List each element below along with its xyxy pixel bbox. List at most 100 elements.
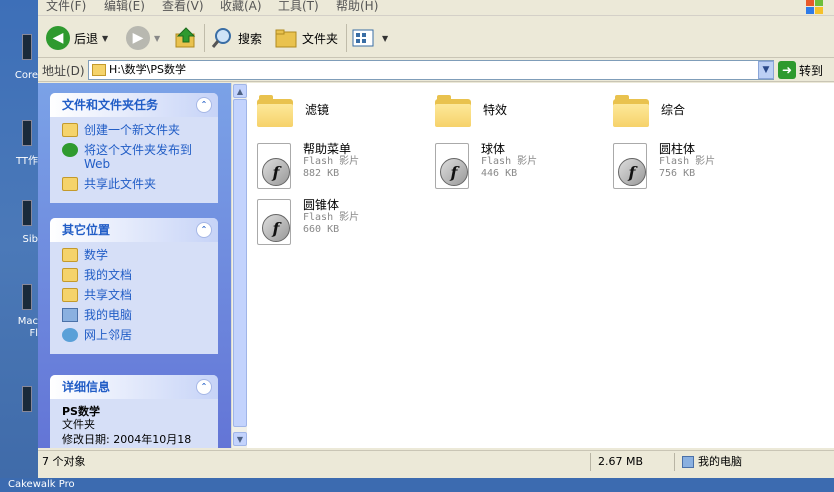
address-value: H:\数学\PS数学 — [109, 63, 187, 76]
status-divider — [674, 453, 675, 471]
details-header[interactable]: 详细信息 ⌃ — [50, 375, 218, 399]
toolbar-separator — [346, 24, 347, 52]
back-button[interactable]: ◀ 后退 ▼ — [46, 22, 108, 54]
shared-documents-icon — [62, 288, 78, 302]
place-my-computer[interactable]: 我的电脑 — [62, 308, 208, 322]
forward-dropdown-icon[interactable]: ▼ — [154, 34, 160, 43]
search-button[interactable]: 搜索 — [210, 22, 262, 54]
desktop-icon[interactable] — [22, 34, 32, 60]
details-modified: 修改日期: 2004年10月18 — [62, 433, 192, 446]
back-arrow-icon: ◀ — [46, 26, 70, 50]
item-name: 圆柱体 — [659, 142, 696, 156]
flash-file-icon: f — [257, 143, 291, 189]
task-new-folder[interactable]: 创建一个新文件夹 — [62, 123, 208, 137]
folder-item[interactable]: 特效 — [435, 95, 507, 127]
task-pane-scrollbar[interactable]: ▲ ▼ — [231, 83, 247, 448]
address-input[interactable]: H:\数学\PS数学 — [88, 60, 774, 80]
desktop-label[interactable]: TT作 — [0, 152, 38, 167]
place-math[interactable]: 数学 — [62, 248, 208, 262]
desktop-label[interactable]: Sib — [0, 234, 38, 245]
collapse-icon[interactable]: ⌃ — [196, 379, 212, 395]
file-tasks-panel: 文件和文件夹任务 ⌃ 创建一个新文件夹 将这个文件夹发布到 Web 共享此文件夹 — [50, 93, 218, 203]
toolbar: ◀ 后退 ▼ ▶ ▼ 搜索 文件夹 ▼ — [38, 18, 834, 58]
file-item[interactable]: f 圆柱体 Flash 影片 756 KB — [613, 143, 715, 189]
back-dropdown-icon[interactable]: ▼ — [102, 34, 108, 43]
menu-favorites[interactable]: 收藏(A) — [220, 0, 262, 14]
status-location: 我的电脑 — [678, 453, 828, 471]
forward-button[interactable]: ▶ ▼ — [126, 22, 160, 54]
desktop-label[interactable]: Fl — [0, 328, 38, 339]
item-kind: Flash 影片 — [659, 156, 716, 167]
address-dropdown-icon[interactable]: ▼ — [758, 61, 774, 79]
task-label: 共享此文件夹 — [84, 177, 157, 191]
views-dropdown-icon[interactable]: ▼ — [382, 34, 388, 43]
scroll-thumb[interactable] — [233, 99, 247, 427]
details-name: PS数学 — [62, 405, 100, 418]
go-arrow-icon: ➜ — [778, 61, 796, 79]
task-publish-web[interactable]: 将这个文件夹发布到 Web — [62, 143, 208, 171]
forward-arrow-icon: ▶ — [126, 26, 150, 50]
address-folder-icon — [92, 64, 106, 76]
menu-help[interactable]: 帮助(H) — [336, 0, 378, 14]
desktop-icon[interactable] — [22, 120, 32, 146]
folders-button[interactable]: 文件夹 — [274, 22, 338, 54]
file-list: 滤镜 特效 综合 f 帮助菜单 Flash 影片 882 KB f 球体 Fla… — [247, 83, 834, 448]
collapse-icon[interactable]: ⌃ — [196, 97, 212, 113]
place-label: 网上邻居 — [84, 328, 133, 342]
desktop-icon[interactable] — [22, 386, 32, 412]
item-name: 滤镜 — [305, 103, 330, 117]
item-size: 756 KB — [659, 168, 696, 179]
views-button[interactable]: ▼ — [352, 22, 388, 54]
desktop-label[interactable]: Mac — [0, 316, 38, 327]
computer-icon — [682, 456, 694, 468]
menu-edit[interactable]: 编辑(E) — [104, 0, 145, 14]
menu-tools[interactable]: 工具(T) — [278, 0, 319, 14]
other-places-header[interactable]: 其它位置 ⌃ — [50, 218, 218, 242]
go-button[interactable]: ➜ 转到 — [778, 61, 823, 79]
file-item[interactable]: f 圆锥体 Flash 影片 660 KB — [257, 199, 359, 245]
other-places-panel: 其它位置 ⌃ 数学 我的文档 共享文档 我的电脑 网上邻居 — [50, 218, 218, 354]
desktop-label[interactable]: Core — [0, 70, 38, 81]
address-label: 地址(D) — [42, 64, 85, 78]
folder-icon — [62, 248, 78, 262]
item-name: 特效 — [483, 103, 508, 117]
desktop-icon[interactable] — [22, 200, 32, 226]
collapse-icon[interactable]: ⌃ — [196, 222, 212, 238]
item-kind: Flash 影片 — [303, 156, 360, 167]
flash-file-icon: f — [613, 143, 647, 189]
views-icon — [352, 29, 374, 47]
item-kind: Flash 影片 — [481, 156, 538, 167]
status-divider — [590, 453, 591, 471]
computer-icon — [62, 308, 78, 322]
share-folder-icon — [62, 177, 78, 191]
place-shared-documents[interactable]: 共享文档 — [62, 288, 208, 302]
item-kind: Flash 影片 — [303, 212, 360, 223]
details-panel: 详细信息 ⌃ PS数学 文件夹 修改日期: 2004年10月18 — [50, 375, 218, 448]
place-my-documents[interactable]: 我的文档 — [62, 268, 208, 282]
file-item[interactable]: f 球体 Flash 影片 446 KB — [435, 143, 537, 189]
up-folder-icon — [175, 27, 196, 48]
up-folder-button[interactable] — [174, 22, 198, 54]
desktop-bottom-label[interactable]: Cakewalk Pro — [0, 478, 834, 492]
menu-file[interactable]: 文件(F) — [46, 0, 86, 14]
scroll-up-icon[interactable]: ▲ — [233, 84, 247, 98]
folder-icon — [613, 95, 649, 127]
place-label: 我的文档 — [84, 268, 133, 282]
folder-item[interactable]: 滤镜 — [257, 95, 329, 127]
search-label: 搜索 — [238, 31, 263, 46]
go-label: 转到 — [799, 63, 824, 78]
file-item[interactable]: f 帮助菜单 Flash 影片 882 KB — [257, 143, 359, 189]
item-size: 446 KB — [481, 168, 518, 179]
place-network[interactable]: 网上邻居 — [62, 328, 208, 342]
folder-item[interactable]: 综合 — [613, 95, 685, 127]
place-label: 共享文档 — [84, 288, 133, 302]
task-share-folder[interactable]: 共享此文件夹 — [62, 177, 208, 191]
item-name: 帮助菜单 — [303, 142, 352, 156]
scroll-down-icon[interactable]: ▼ — [233, 432, 247, 446]
menu-view[interactable]: 查看(V) — [162, 0, 204, 14]
status-location-label: 我的电脑 — [698, 455, 742, 468]
desktop-icon[interactable] — [22, 284, 32, 310]
details-kind: 文件夹 — [62, 418, 95, 431]
file-tasks-header[interactable]: 文件和文件夹任务 ⌃ — [50, 93, 218, 117]
task-label: 创建一个新文件夹 — [84, 123, 181, 137]
